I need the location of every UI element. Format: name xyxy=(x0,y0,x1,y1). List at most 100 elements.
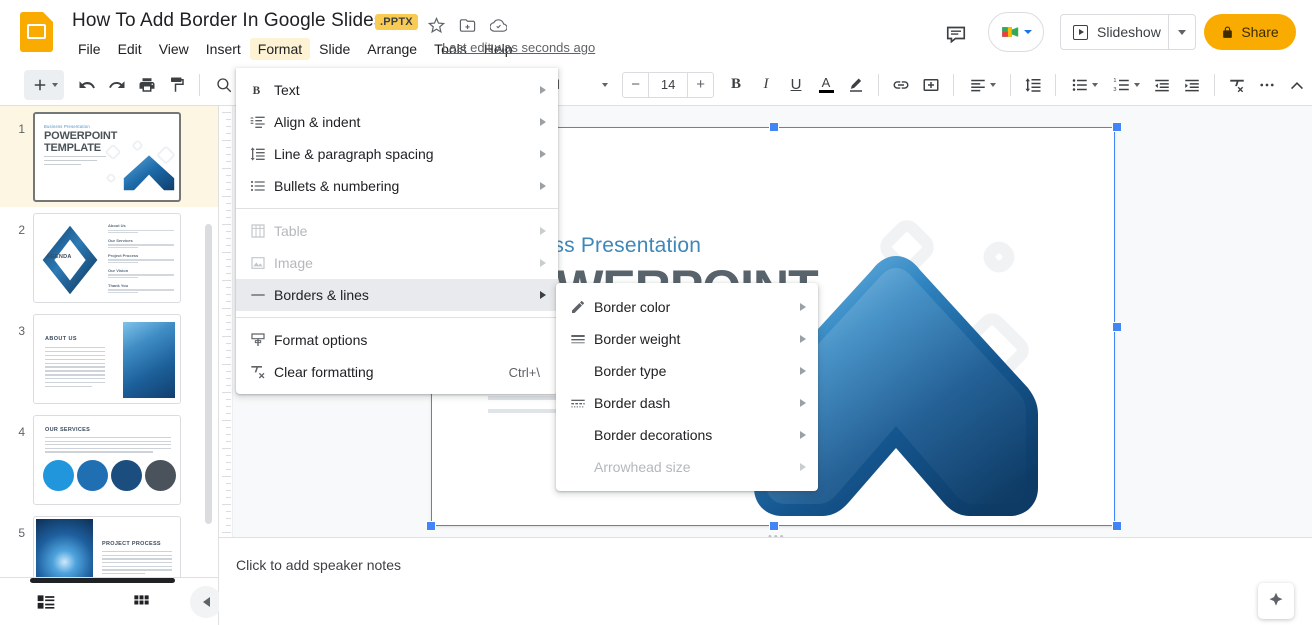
submenu-item-border-decorations[interactable]: Border decorations xyxy=(556,419,818,451)
resize-handle-s[interactable] xyxy=(769,521,779,531)
format-menu[interactable]: B Text Align & indent Line & paragraph s… xyxy=(236,68,558,394)
submenu-item-border-type[interactable]: Border type xyxy=(556,355,818,387)
menu-slide[interactable]: Slide xyxy=(311,38,358,60)
resize-handle-sw[interactable] xyxy=(426,521,436,531)
menu-item-shortcut: Ctrl+\ xyxy=(508,364,540,380)
bulleted-list-button[interactable] xyxy=(1063,70,1105,100)
slideshow-dropdown-button[interactable] xyxy=(1168,14,1196,50)
decrease-indent-button[interactable] xyxy=(1147,70,1177,100)
undo-button[interactable] xyxy=(72,70,102,100)
ruler-tick xyxy=(226,315,231,316)
slide-filmstrip[interactable]: 1 Business Presentation POWERPOINT TEMPLA… xyxy=(0,106,219,577)
ruler-tick xyxy=(222,420,231,421)
format-menu-item-format-options[interactable]: Format options xyxy=(236,324,558,356)
text-color-button[interactable]: A xyxy=(811,70,841,100)
ruler-tick xyxy=(222,168,231,169)
slide-thumbnail[interactable]: Business Presentation POWERPOINT TEMPLATE xyxy=(33,112,181,202)
ruler-tick xyxy=(226,385,231,386)
filmstrip-slide-3[interactable]: 3 ABOUT US xyxy=(0,308,218,409)
ruler-tick xyxy=(226,511,231,512)
cloud-saved-icon[interactable] xyxy=(487,14,509,36)
menu-file[interactable]: File xyxy=(70,38,109,60)
borders-lines-submenu[interactable]: Border color Border weight Border type B… xyxy=(556,283,818,491)
increase-indent-button[interactable] xyxy=(1177,70,1207,100)
insert-link-button[interactable] xyxy=(886,70,916,100)
format-menu-item-bullets-numbering[interactable]: Bullets & numbering xyxy=(236,170,558,202)
move-to-folder-icon[interactable] xyxy=(456,14,478,36)
filmstrip-slide-1[interactable]: 1 Business Presentation POWERPOINT TEMPLA… xyxy=(0,106,218,207)
resize-handle-n[interactable] xyxy=(769,122,779,132)
filmstrip-view-button[interactable] xyxy=(31,588,61,616)
submenu-arrow-icon xyxy=(540,86,546,94)
paint-format-button[interactable] xyxy=(162,70,192,100)
chevron-down-icon xyxy=(1178,29,1186,35)
menu-view[interactable]: View xyxy=(151,38,197,60)
thumb-body-lines xyxy=(102,551,172,577)
submenu-arrow-icon xyxy=(800,431,806,439)
slide-thumbnail[interactable]: ABOUT US xyxy=(33,314,181,404)
underline-button[interactable]: U xyxy=(781,70,811,100)
clear-formatting-button[interactable] xyxy=(1222,70,1252,100)
grid-view-button[interactable] xyxy=(126,588,156,616)
filmstrip-scrollbar[interactable] xyxy=(205,224,212,524)
font-size-value[interactable]: 14 xyxy=(648,72,689,97)
font-size-stepper[interactable]: − 14 + xyxy=(622,71,715,98)
more-options-button[interactable] xyxy=(1252,70,1282,100)
slide-thumbnail[interactable]: OUR SERVICES xyxy=(33,415,181,505)
explore-button[interactable] xyxy=(1258,583,1294,619)
speaker-notes-placeholder[interactable]: Click to add speaker notes xyxy=(236,557,401,573)
resize-handle-ne[interactable] xyxy=(1112,122,1122,132)
format-menu-item-line-paragraph-spacing[interactable]: Line & paragraph spacing xyxy=(236,138,558,170)
redo-button[interactable] xyxy=(102,70,132,100)
submenu-item-border-color[interactable]: Border color xyxy=(556,291,818,323)
slideshow-button[interactable]: Slideshow xyxy=(1060,14,1175,50)
slide-thumbnail[interactable]: PROJECT PROCESS xyxy=(33,516,181,577)
submenu-item-border-dash[interactable]: Border dash xyxy=(556,387,818,419)
slide-thumbnail[interactable]: AGENDA About Us Our Services Project Pro… xyxy=(33,213,181,303)
horizontal-scrollbar[interactable] xyxy=(30,578,175,583)
menu-format[interactable]: Format xyxy=(249,38,311,60)
share-button[interactable]: Share xyxy=(1204,14,1296,50)
menu-arrange[interactable]: Arrange xyxy=(359,38,425,60)
speaker-notes-panel[interactable]: Click to add speaker notes xyxy=(219,537,1312,625)
add-comment-button[interactable] xyxy=(916,70,946,100)
decrease-font-size-button[interactable]: − xyxy=(623,73,648,97)
vertical-ruler xyxy=(219,106,233,537)
filmstrip-slide-5[interactable]: 5 PROJECT PROCESS xyxy=(0,510,218,577)
menu-item-label: Borders & lines xyxy=(274,287,369,303)
print-button[interactable] xyxy=(132,70,162,100)
new-slide-button[interactable] xyxy=(24,69,64,100)
format-menu-item-align-indent[interactable]: Align & indent xyxy=(236,106,558,138)
thumb-graphic xyxy=(43,460,176,491)
menu-edit[interactable]: Edit xyxy=(110,38,150,60)
document-title[interactable]: How To Add Border In Google Slides xyxy=(72,10,383,32)
last-edit-status[interactable]: Last edit was seconds ago xyxy=(442,40,595,55)
submenu-item-border-weight[interactable]: Border weight xyxy=(556,323,818,355)
format-menu-item-clear-formatting[interactable]: Clear formatting Ctrl+\ xyxy=(236,356,558,388)
star-icon[interactable] xyxy=(425,14,447,36)
text-color-letter: A xyxy=(821,74,831,90)
line-spacing-button[interactable] xyxy=(1018,70,1048,100)
hide-menus-button[interactable] xyxy=(1282,70,1312,100)
google-meet-button[interactable] xyxy=(988,12,1044,52)
filmstrip-slide-4[interactable]: 4 OUR SERVICES xyxy=(0,409,218,510)
format-menu-item-borders-lines[interactable]: Borders & lines xyxy=(236,279,558,311)
filmstrip-slide-2[interactable]: 2 AGENDA About Us Our Services Project P… xyxy=(0,207,218,308)
bold-button[interactable]: B xyxy=(721,70,751,100)
collapse-filmstrip-button[interactable] xyxy=(190,586,222,618)
thumb-body-lines xyxy=(44,156,106,167)
resize-handle-e[interactable] xyxy=(1112,322,1122,332)
ruler-tick xyxy=(226,231,231,232)
resize-handle-se[interactable] xyxy=(1112,521,1122,531)
thumb-image xyxy=(36,519,93,577)
format-menu-item-text[interactable]: B Text xyxy=(236,74,558,106)
highlight-color-button[interactable] xyxy=(841,70,871,100)
comment-icon[interactable] xyxy=(944,21,968,45)
align-button[interactable] xyxy=(961,70,1003,100)
menu-insert[interactable]: Insert xyxy=(198,38,249,60)
text-color-swatch xyxy=(818,89,834,93)
increase-font-size-button[interactable]: + xyxy=(688,73,713,97)
submenu-arrow-icon xyxy=(540,182,546,190)
numbered-list-button[interactable]: 13 xyxy=(1105,70,1147,100)
italic-button[interactable]: I xyxy=(751,70,781,100)
